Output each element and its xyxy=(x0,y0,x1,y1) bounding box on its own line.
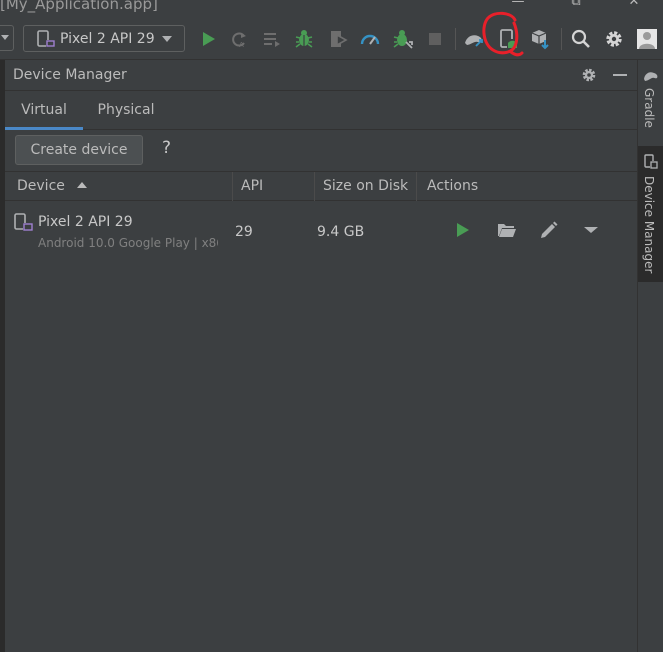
stripe-tab-device-manager-label: Device Manager xyxy=(642,176,656,274)
device-tabs: Virtual Physical xyxy=(5,91,637,130)
sort-ascending-icon xyxy=(77,182,88,188)
stripe-tab-gradle-label: Gradle xyxy=(642,88,656,128)
sdk-manager-icon[interactable] xyxy=(529,28,551,50)
create-device-button[interactable]: Create device xyxy=(15,135,143,165)
restore-button[interactable]: ⧉ xyxy=(566,0,586,10)
minimize-button[interactable]: — xyxy=(508,0,528,10)
debug-icon[interactable] xyxy=(293,28,315,50)
edit-icon[interactable] xyxy=(538,219,560,241)
device-subtitle: Android 10.0 Google Play | x86 xyxy=(38,236,218,250)
coverage-icon[interactable] xyxy=(327,28,349,50)
profiler-icon[interactable] xyxy=(359,28,381,50)
attach-debugger-icon[interactable] xyxy=(392,28,414,50)
device-icon xyxy=(37,30,55,47)
chevron-down-icon xyxy=(162,36,172,42)
column-header-size[interactable]: Size on Disk xyxy=(315,172,417,201)
table-header: Device API Size on Disk Actions xyxy=(5,171,637,201)
svg-text:A: A xyxy=(239,41,244,49)
panel-actions-bar: Create device ? xyxy=(5,130,637,172)
toolbar-separator xyxy=(455,28,456,50)
device-manager-icon[interactable] xyxy=(497,28,519,50)
device-api: 29 xyxy=(235,224,253,240)
settings-icon[interactable] xyxy=(603,28,625,50)
virtual-device-icon xyxy=(14,213,33,232)
table-row[interactable]: Pixel 2 API 29 Android 10.0 Google Play … xyxy=(5,201,637,259)
gradle-icon xyxy=(644,72,658,81)
account-icon[interactable] xyxy=(636,28,658,50)
window-title: [My_Application.app] xyxy=(0,0,158,13)
right-tool-stripe: Gradle Device Manager xyxy=(637,60,663,652)
stripe-tab-device-manager[interactable]: Device Manager xyxy=(638,146,663,282)
search-icon[interactable] xyxy=(570,28,592,50)
run-config-selector[interactable] xyxy=(0,25,14,51)
apply-code-changes-icon[interactable] xyxy=(261,28,283,50)
sync-gradle-icon[interactable] xyxy=(463,28,485,50)
device-table: Device API Size on Disk Actions Pixel 2 … xyxy=(5,171,637,652)
close-window-button[interactable]: ✕ xyxy=(624,0,644,10)
column-header-actions: Actions xyxy=(427,178,479,194)
panel-title: Device Manager xyxy=(13,67,127,83)
tab-virtual[interactable]: Virtual xyxy=(5,91,83,130)
chevron-down-icon xyxy=(1,35,9,40)
main-toolbar: Pixel 2 API 29 A xyxy=(0,16,663,60)
device-selector-label: Pixel 2 API 29 xyxy=(60,31,155,47)
tab-physical-label: Physical xyxy=(97,102,155,118)
device-size: 9.4 GB xyxy=(317,224,365,240)
tab-physical[interactable]: Physical xyxy=(87,91,165,130)
device-manager-panel: Device Manager Virtual Physical Create d… xyxy=(5,60,637,652)
open-folder-icon[interactable] xyxy=(496,219,518,241)
help-icon[interactable]: ? xyxy=(162,138,171,158)
device-manager-icon xyxy=(644,154,658,169)
tab-virtual-label: Virtual xyxy=(21,102,67,118)
toolbar-separator xyxy=(561,28,562,50)
device-name: Pixel 2 API 29 xyxy=(38,214,133,230)
title-bar: [My_Application.app] — ⧉ ✕ xyxy=(0,0,663,16)
more-dropdown-icon[interactable] xyxy=(580,219,602,241)
column-header-api[interactable]: API xyxy=(233,172,315,201)
stripe-tab-gradle[interactable]: Gradle xyxy=(638,64,663,138)
apply-changes-icon[interactable]: A xyxy=(228,28,250,50)
device-selector[interactable]: Pixel 2 API 29 xyxy=(23,25,185,52)
column-header-device[interactable]: Device xyxy=(5,172,233,201)
run-icon[interactable] xyxy=(197,28,219,50)
panel-gear-icon[interactable] xyxy=(580,66,598,84)
launch-icon[interactable] xyxy=(452,219,474,241)
panel-header: Device Manager xyxy=(5,60,637,91)
hide-panel-icon[interactable] xyxy=(613,74,627,76)
stop-icon[interactable] xyxy=(424,28,446,50)
